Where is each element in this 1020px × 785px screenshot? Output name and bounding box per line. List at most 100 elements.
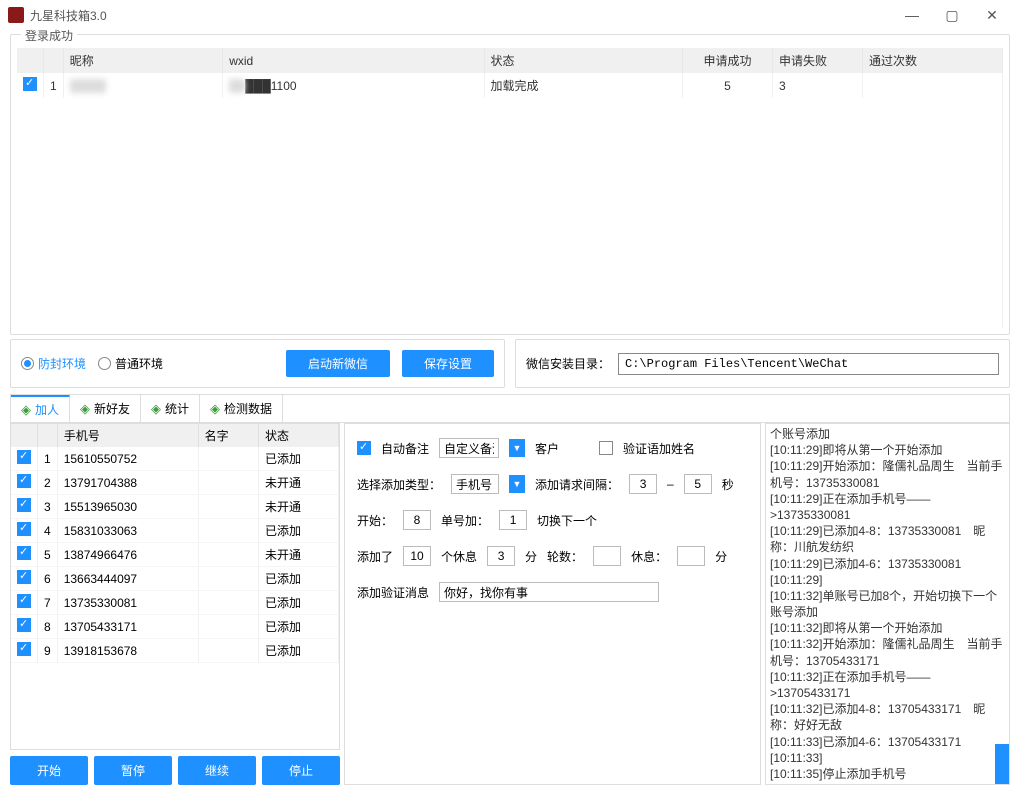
- pause-button[interactable]: 暂停: [94, 756, 172, 785]
- close-button[interactable]: ✕: [972, 7, 1012, 24]
- phone-cell: 15831033063: [57, 519, 198, 543]
- phone-cell: 13663444097: [57, 567, 198, 591]
- phone-checkbox[interactable]: [17, 522, 31, 536]
- start-wechat-button[interactable]: 启动新微信: [286, 350, 390, 377]
- window-title: 九星科技箱3.0: [30, 7, 892, 24]
- log-line: [10:11:32]即将从第一个开始添加: [770, 620, 1005, 636]
- login-panel: 登录成功 昵称 wxid 状态 申请成功 申请失败 通过次数 1 hidden …: [10, 34, 1010, 335]
- remark-dropdown[interactable]: ▼: [509, 439, 525, 457]
- phone-row[interactable]: 315513965030未开通: [11, 495, 339, 519]
- log-line: [10:11:29]已添加4-8：13735330081 昵称：川航发纺织: [770, 523, 1005, 555]
- start-index-input[interactable]: [403, 510, 431, 530]
- log-line: [10:11:32]正在添加手机号——>13705433171: [770, 669, 1005, 701]
- tabs: ◈加人 ◈新好友 ◈统计 ◈检测数据: [10, 394, 1010, 423]
- phone-cell: 15610550752: [57, 447, 198, 471]
- phone-cell: 13918153678: [57, 639, 198, 663]
- phone-row[interactable]: 415831033063已添加: [11, 519, 339, 543]
- phone-checkbox[interactable]: [17, 618, 31, 632]
- log-line: [10:11:32]开始添加：隆儒礼品周生 当前手机号：13705433171: [770, 636, 1005, 668]
- name-cell: [198, 591, 258, 615]
- name-cell: [198, 567, 258, 591]
- phone-checkbox[interactable]: [17, 570, 31, 584]
- layers-icon: ◈: [210, 401, 220, 417]
- name-cell: [198, 519, 258, 543]
- wxid-cell: ███1100: [245, 79, 296, 93]
- tab-detect[interactable]: ◈检测数据: [200, 395, 283, 422]
- rounds-input[interactable]: [593, 546, 621, 566]
- account-row[interactable]: 1 hidden hid███1100 加载完成 5 3: [17, 73, 1003, 98]
- env-box: 防封环境 普通环境 启动新微信 保存设置: [10, 339, 505, 388]
- log-line: [10:11:29]即将从第一个开始添加: [770, 442, 1005, 458]
- name-cell: [198, 615, 258, 639]
- radio-normal[interactable]: 普通环境: [98, 355, 163, 372]
- log-line: [10:11:29]正在添加手机号——>13735330081: [770, 491, 1005, 523]
- phone-checkbox[interactable]: [17, 474, 31, 488]
- name-cell: [198, 639, 258, 663]
- radio-antiblock[interactable]: 防封环境: [21, 355, 86, 372]
- success-cell: 5: [683, 73, 773, 98]
- tab-newfriend[interactable]: ◈新好友: [70, 395, 141, 422]
- resume-button[interactable]: 继续: [178, 756, 256, 785]
- custom-remark-input[interactable]: [439, 438, 499, 458]
- auto-remark-checkbox[interactable]: [357, 441, 371, 455]
- phone-cell: 13735330081: [57, 591, 198, 615]
- phone-checkbox[interactable]: [17, 594, 31, 608]
- status-cell: 未开通: [259, 543, 339, 567]
- path-label: 微信安装目录：: [526, 355, 610, 372]
- row-checkbox[interactable]: [23, 77, 37, 91]
- added-count-input[interactable]: [403, 546, 431, 566]
- add-type-input[interactable]: [451, 474, 499, 494]
- verify-msg-input[interactable]: [439, 582, 659, 602]
- interval-max-input[interactable]: [684, 474, 712, 494]
- verify-name-checkbox[interactable]: [599, 441, 613, 455]
- log-line: [10:11:32]已添加4-8：13705433171 昵称：好好无敌: [770, 701, 1005, 733]
- phone-checkbox[interactable]: [17, 498, 31, 512]
- tab-add[interactable]: ◈加人: [11, 395, 70, 422]
- name-cell: [198, 543, 258, 567]
- phone-cell: 13791704388: [57, 471, 198, 495]
- log-line: [10:11:29]开始添加：隆儒礼品周生 当前手机号：13735330081: [770, 458, 1005, 490]
- log-scrollbar[interactable]: [995, 744, 1009, 784]
- phone-checkbox[interactable]: [17, 546, 31, 560]
- titlebar: 九星科技箱3.0 — ▢ ✕: [0, 0, 1020, 30]
- status-cell: 已添加: [259, 591, 339, 615]
- single-add-input[interactable]: [499, 510, 527, 530]
- status-cell: 加载完成: [484, 73, 683, 98]
- phone-row[interactable]: 713735330081已添加: [11, 591, 339, 615]
- phone-row[interactable]: 115610550752已添加: [11, 447, 339, 471]
- interval-min-input[interactable]: [629, 474, 657, 494]
- login-panel-title: 登录成功: [21, 27, 77, 44]
- status-cell: 已添加: [259, 615, 339, 639]
- phone-cell: 13874966476: [57, 543, 198, 567]
- phone-cell: 13705433171: [57, 615, 198, 639]
- minimize-button[interactable]: —: [892, 7, 932, 23]
- phone-row[interactable]: 813705433171已添加: [11, 615, 339, 639]
- phone-checkbox[interactable]: [17, 642, 31, 656]
- save-settings-button[interactable]: 保存设置: [402, 350, 494, 377]
- status-cell: 已添加: [259, 639, 339, 663]
- grid-header-row: 昵称 wxid 状态 申请成功 申请失败 通过次数: [17, 48, 1003, 73]
- add-type-dropdown[interactable]: ▼: [509, 475, 525, 493]
- name-cell: [198, 471, 258, 495]
- tab-stats[interactable]: ◈统计: [141, 395, 200, 422]
- status-cell: 已添加: [259, 447, 339, 471]
- log-line: [10:11:35]停止添加手机号: [770, 766, 1005, 782]
- path-box: 微信安装目录：: [515, 339, 1010, 388]
- phone-row[interactable]: 513874966476未开通: [11, 543, 339, 567]
- start-button[interactable]: 开始: [10, 756, 88, 785]
- log-panel: 个账号添加[10:11:29]即将从第一个开始添加[10:11:29]开始添加：…: [765, 423, 1010, 785]
- settings-panel: 自动备注 ▼ 客户 验证语加姓名 选择添加类型： ▼ 添加请求间隔： – 秒 开…: [344, 423, 761, 785]
- maximize-button[interactable]: ▢: [932, 7, 972, 24]
- install-path-input[interactable]: [618, 353, 999, 375]
- nickname-cell: hidden: [70, 79, 106, 93]
- phone-checkbox[interactable]: [17, 450, 31, 464]
- app-icon: [8, 7, 24, 23]
- phone-row[interactable]: 213791704388未开通: [11, 471, 339, 495]
- rest-min-input[interactable]: [487, 546, 515, 566]
- stop-button[interactable]: 停止: [262, 756, 340, 785]
- rest2-input[interactable]: [677, 546, 705, 566]
- pass-cell: [863, 73, 1003, 98]
- phone-row[interactable]: 613663444097已添加: [11, 567, 339, 591]
- layers-icon: ◈: [80, 401, 90, 417]
- phone-row[interactable]: 913918153678已添加: [11, 639, 339, 663]
